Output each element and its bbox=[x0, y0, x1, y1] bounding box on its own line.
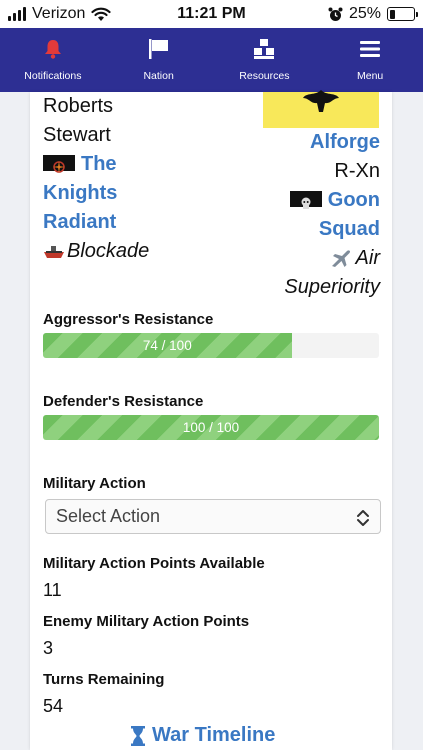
emblem-icon bbox=[303, 90, 339, 112]
nav-label: Menu bbox=[356, 70, 384, 82]
military-action-select[interactable]: Select Action bbox=[45, 499, 381, 534]
military-action-label: Military Action bbox=[43, 475, 146, 492]
attacker-alliance-link[interactable]: The Knights Radiant bbox=[43, 150, 223, 237]
alliance-flag-icon bbox=[43, 154, 75, 173]
defender-flag bbox=[263, 90, 379, 128]
enemy-map-label: Enemy Military Action Points bbox=[43, 613, 250, 630]
nav-menu[interactable]: Menu bbox=[317, 28, 423, 92]
alliance-flag-icon bbox=[289, 190, 322, 209]
battery-icon bbox=[387, 7, 418, 21]
map-available-label: Military Action Points Available bbox=[43, 555, 265, 572]
nav-nation[interactable]: Nation bbox=[106, 28, 212, 92]
defender-resistance-bar: 100 / 100 bbox=[43, 415, 379, 440]
defender-resistance-label: Defender's Resistance bbox=[43, 393, 204, 410]
enemy-map-value: 3 bbox=[43, 638, 54, 658]
battery-percent: 25% bbox=[348, 5, 381, 22]
attacker-status: Blockade bbox=[43, 237, 223, 266]
defender-status: Air Superiority bbox=[284, 247, 380, 298]
war-timeline-link[interactable]: War Timeline bbox=[130, 724, 275, 747]
defender-name-link[interactable]: Alforge bbox=[210, 128, 380, 157]
nav-label: Notifications bbox=[24, 70, 82, 82]
ship-icon bbox=[44, 245, 64, 258]
war-card: Roberts Stewart The Knights Radiant Bloc… bbox=[30, 90, 392, 750]
nav-label: Resources bbox=[239, 70, 290, 82]
hamburger-icon bbox=[357, 36, 383, 62]
defender-leader[interactable]: R-Xn bbox=[210, 157, 380, 186]
nav-resources[interactable]: Resources bbox=[212, 28, 318, 92]
flag-icon bbox=[146, 36, 172, 62]
bell-icon bbox=[40, 36, 66, 62]
defender-resistance-fill: 100 / 100 bbox=[43, 415, 379, 440]
aggressor-resistance-fill: 74 / 100 bbox=[43, 333, 292, 358]
battery-group: 25% bbox=[328, 5, 418, 23]
top-nav: Notifications Nation Resources Menu bbox=[0, 28, 423, 92]
turns-remaining-label: Turns Remaining bbox=[43, 671, 165, 688]
nav-notifications[interactable]: Notifications bbox=[0, 28, 106, 92]
attacker-name[interactable]: Roberts Stewart bbox=[43, 92, 223, 150]
defender-column: Alforge R-Xn Goon Squad Air Superiority bbox=[210, 128, 380, 302]
attacker-column: Roberts Stewart The Knights Radiant Bloc… bbox=[43, 92, 223, 266]
map-available-value: 11 bbox=[43, 580, 62, 600]
turns-remaining-value: 54 bbox=[43, 696, 64, 716]
plane-icon bbox=[331, 250, 350, 267]
chevron-updown-icon bbox=[357, 510, 369, 526]
select-placeholder: Select Action bbox=[56, 506, 161, 526]
alarm-icon bbox=[328, 7, 343, 21]
nav-label: Nation bbox=[143, 70, 174, 82]
aggressor-resistance-label: Aggressor's Resistance bbox=[43, 311, 214, 328]
status-bar: Verizon 11:21 PM 25% bbox=[0, 0, 423, 28]
battery-level bbox=[389, 9, 396, 19]
aggressor-resistance-bar: 74 / 100 bbox=[43, 333, 379, 358]
defender-alliance-link[interactable]: Goon Squad bbox=[210, 186, 380, 244]
hourglass-icon bbox=[131, 725, 145, 746]
resources-icon bbox=[251, 36, 277, 62]
